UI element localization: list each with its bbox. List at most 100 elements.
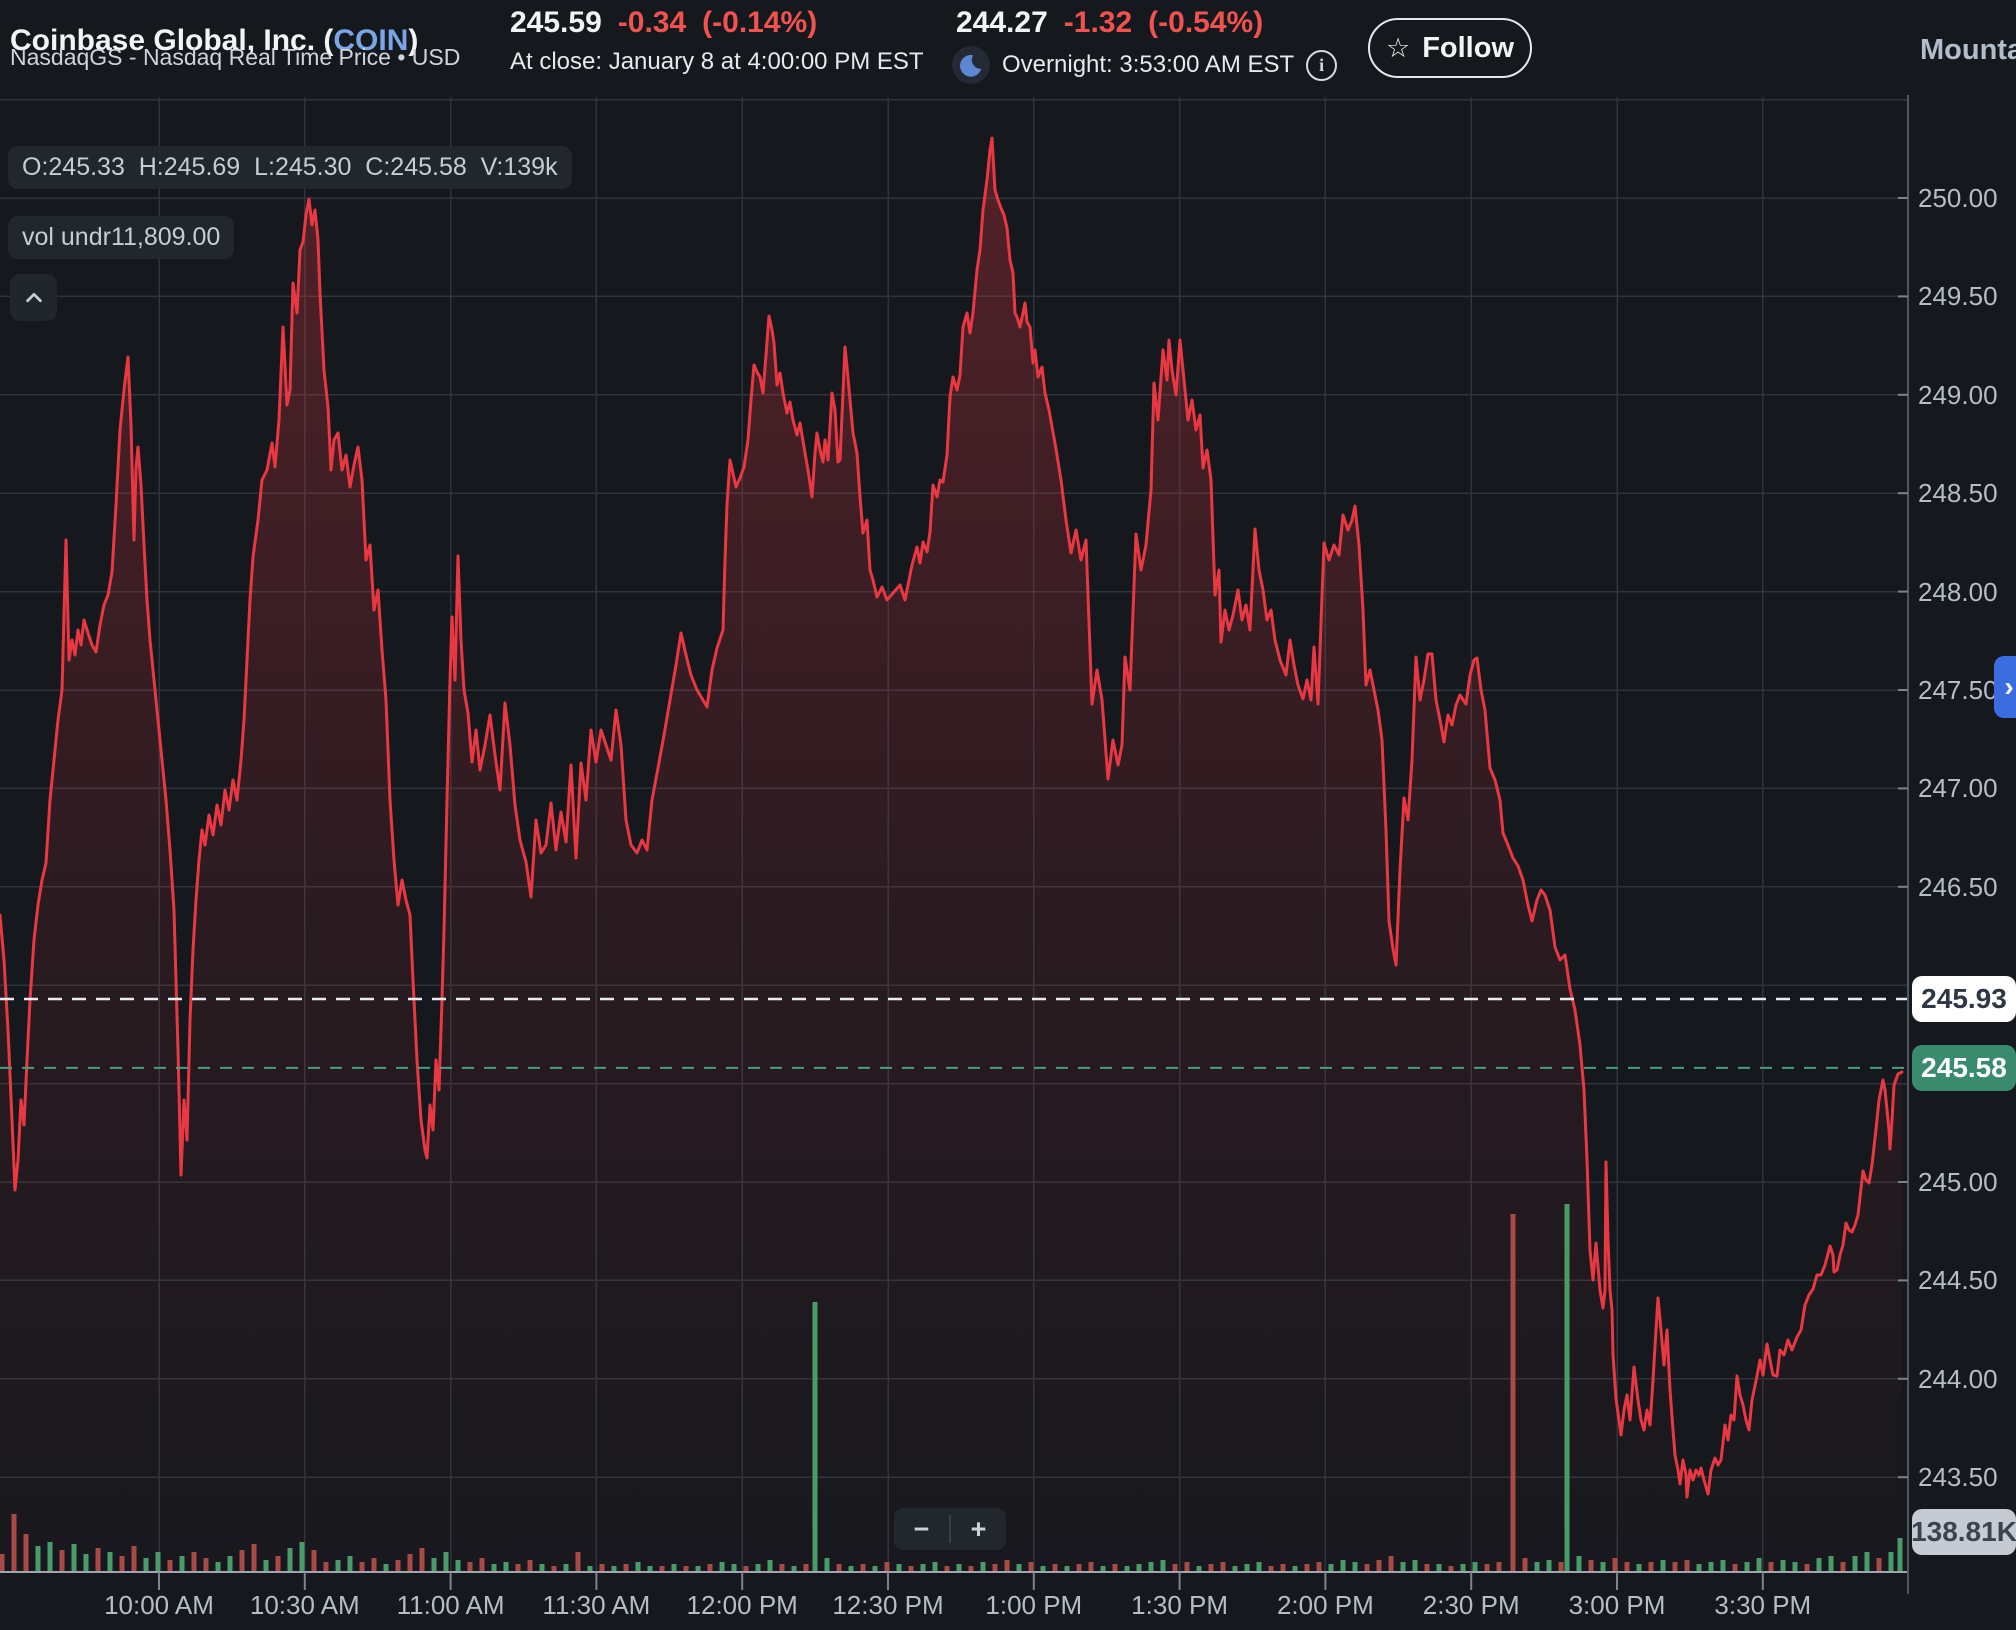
volume-bar <box>732 1564 737 1572</box>
volume-bar <box>96 1548 101 1572</box>
collapse-legend-button[interactable] <box>10 274 57 321</box>
ohlc-readout: O:245.33 H:245.69 L:245.30 C:245.58 V:13… <box>8 146 572 189</box>
volume-bar <box>1769 1562 1774 1572</box>
volume-bar <box>1817 1558 1822 1572</box>
volume-bar <box>1625 1562 1630 1572</box>
volume-bar <box>1353 1562 1358 1572</box>
volume-bar <box>288 1548 293 1572</box>
volume-bar <box>1329 1564 1334 1572</box>
volume-bar <box>48 1542 53 1572</box>
volume-bar <box>168 1560 173 1572</box>
volume-bar <box>1077 1564 1082 1572</box>
volume-bar <box>36 1546 41 1572</box>
volume-bar <box>252 1544 257 1572</box>
volume-bar <box>1697 1564 1702 1572</box>
volume-bar <box>1853 1556 1858 1572</box>
volume-bar <box>1365 1564 1370 1572</box>
volume-bar <box>492 1564 497 1572</box>
volume-bar <box>516 1564 521 1572</box>
volume-bar <box>396 1560 401 1572</box>
vol-under-label: vol undr <box>22 223 111 251</box>
volume-bar <box>636 1562 641 1572</box>
volume-bar <box>897 1564 902 1572</box>
volume-bar <box>540 1564 545 1572</box>
volume-bar <box>708 1564 713 1572</box>
volume-bar <box>384 1564 389 1572</box>
volume-bar <box>336 1560 341 1572</box>
volume-bar <box>1173 1564 1178 1572</box>
previous-close-price-label: 245.93 <box>1912 976 2016 1022</box>
volume-bar <box>624 1564 629 1572</box>
volume-bar <box>1221 1562 1226 1572</box>
yahoo-finance-quote-page: { "header": { "title_prefix": "Coinbase … <box>0 0 2016 1630</box>
volume-bar <box>408 1554 413 1572</box>
x-axis-label: 2:30 PM <box>1423 1590 1520 1621</box>
volume-bar <box>360 1562 365 1572</box>
volume-bar <box>1565 1204 1570 1572</box>
volume-bar <box>1805 1564 1810 1572</box>
x-axis-label: 12:30 PM <box>832 1590 943 1621</box>
volume-bar <box>1473 1562 1478 1572</box>
volume-bar <box>1089 1562 1094 1572</box>
volume-bar <box>1461 1564 1466 1572</box>
zoom-out-button[interactable]: − <box>894 1508 949 1550</box>
volume-bar <box>981 1562 986 1572</box>
volume-bar <box>1305 1564 1310 1572</box>
y-axis-label: 249.00 <box>1918 380 1998 411</box>
volume-bar <box>192 1552 197 1572</box>
volume-bar <box>1113 1564 1118 1572</box>
expand-panel-handle[interactable]: › <box>1994 656 2016 718</box>
volume-bar <box>1877 1558 1882 1572</box>
volume-bar <box>324 1562 329 1572</box>
volume-bar <box>1281 1564 1286 1572</box>
volume-bar <box>1341 1560 1346 1572</box>
volume-bar <box>1161 1560 1166 1572</box>
x-axis-label: 10:00 AM <box>104 1590 214 1621</box>
volume-bar <box>1413 1560 1418 1572</box>
volume-bar <box>528 1560 533 1572</box>
volume-bar <box>1577 1556 1582 1572</box>
volume-bar <box>720 1562 725 1572</box>
volume-under-readout: vol undr11,809.00 <box>8 216 234 259</box>
volume-bar <box>1389 1556 1394 1572</box>
price-chart[interactable] <box>0 0 2016 1630</box>
y-axis-label: 244.00 <box>1918 1364 1998 1395</box>
volume-bar <box>1017 1564 1022 1572</box>
volume-bar <box>1589 1560 1594 1572</box>
volume-bar <box>1673 1562 1678 1572</box>
volume-bar <box>768 1560 773 1572</box>
volume-bar <box>132 1546 137 1572</box>
x-axis-label: 12:00 PM <box>687 1590 798 1621</box>
volume-bar <box>1317 1562 1322 1572</box>
x-axis-label: 3:30 PM <box>1714 1590 1811 1621</box>
volume-bar <box>1793 1562 1798 1572</box>
volume-bar <box>1733 1564 1738 1572</box>
volume-bar <box>1185 1562 1190 1572</box>
volume-bar <box>564 1564 569 1572</box>
chevron-up-icon <box>23 287 45 309</box>
volume-bar <box>300 1542 305 1572</box>
x-axis-label: 11:00 AM <box>397 1590 505 1621</box>
volume-bar <box>885 1562 890 1572</box>
zoom-in-button[interactable]: + <box>951 1508 1006 1550</box>
volume-bar <box>780 1564 785 1572</box>
volume-bar <box>12 1514 17 1572</box>
volume-bar <box>276 1556 281 1572</box>
volume-bar <box>228 1556 233 1572</box>
volume-bar <box>108 1552 113 1572</box>
x-axis-label: 3:00 PM <box>1569 1590 1666 1621</box>
volume-bar <box>1437 1564 1442 1572</box>
volume-bar <box>1559 1562 1564 1572</box>
vol-under-value: 11,809.00 <box>111 223 220 251</box>
volume-bar <box>1485 1564 1490 1572</box>
y-axis-label: 248.00 <box>1918 577 1998 608</box>
volume-bar <box>837 1564 842 1572</box>
volume-bar <box>1841 1562 1846 1572</box>
volume-bar <box>144 1558 149 1572</box>
volume-bar <box>480 1558 485 1572</box>
last-price-label: 245.58 <box>1912 1045 2016 1091</box>
volume-bar <box>204 1558 209 1572</box>
volume-bar <box>1029 1562 1034 1572</box>
volume-bar <box>825 1558 830 1572</box>
volume-bar <box>60 1550 65 1572</box>
